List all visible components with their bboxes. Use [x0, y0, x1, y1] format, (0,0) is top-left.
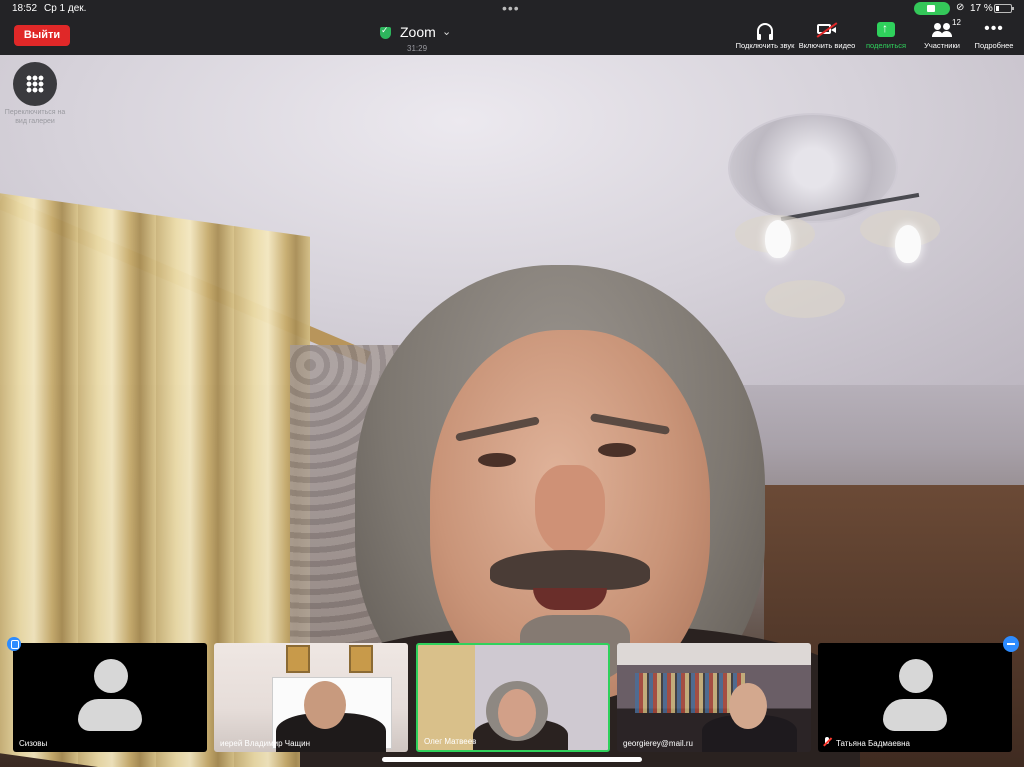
leave-button[interactable]: Выйти — [14, 25, 70, 46]
more-dots-icon: ••• — [984, 20, 1004, 37]
participant-thumbnail[interactable]: иерей Владимир Чащин — [214, 643, 408, 752]
more-button[interactable]: ••• Подробнее — [970, 20, 1018, 52]
share-button[interactable]: поделиться — [860, 20, 912, 52]
participant-name: Сизовы — [19, 739, 48, 748]
participant-name: иерей Владимир Чащин — [220, 739, 310, 748]
participant-thumbnail[interactable]: georgierey@mail.ru — [617, 643, 811, 752]
multitasking-dots-icon[interactable]: ••• — [502, 0, 520, 16]
avatar-placeholder-icon — [78, 659, 142, 737]
start-video-label: Включить видео — [798, 41, 856, 50]
meeting-title: Zoom — [400, 24, 436, 40]
light-bulb — [765, 220, 791, 258]
participants-icon — [932, 23, 952, 37]
battery-percent: 17 % — [970, 3, 993, 14]
nose — [535, 465, 605, 555]
share-screen-icon — [877, 21, 895, 37]
camera-in-use-icon — [914, 2, 950, 15]
switch-view-label: Переключиться на вид галереи — [4, 109, 66, 125]
status-date: Ср 1 дек. — [44, 3, 87, 14]
participant-face — [498, 689, 536, 737]
mustache — [490, 550, 650, 590]
avatar-placeholder-icon — [883, 659, 947, 737]
switch-to-gallery-button[interactable] — [13, 62, 57, 106]
share-label: поделиться — [865, 41, 907, 50]
mic-muted-icon — [823, 737, 831, 747]
status-time: 18:52 — [12, 3, 38, 14]
participant-name: Татьяна Бадмаевна — [836, 739, 910, 748]
ceiling-rose — [728, 113, 898, 223]
icon-picture — [349, 645, 373, 673]
eye — [598, 443, 636, 457]
participant-thumbnail[interactable]: Сизовы — [13, 643, 207, 752]
home-indicator[interactable] — [382, 757, 642, 762]
participant-face — [729, 683, 767, 729]
start-video-button[interactable]: Включить видео — [796, 20, 858, 52]
light-bulb — [895, 225, 921, 263]
participants-button[interactable]: 12 Участники — [918, 18, 966, 52]
join-audio-button[interactable]: Подключить звук — [734, 20, 796, 52]
mouth — [533, 588, 607, 610]
grid-icon — [26, 75, 44, 93]
participant-thumbnail-active[interactable]: Олег Матвеев — [416, 643, 610, 752]
participant-name: Олег Матвеев — [424, 737, 477, 746]
headphones-icon — [757, 23, 773, 40]
lamp-shade — [765, 280, 845, 318]
eye — [478, 453, 516, 467]
link-icon: ⊘ — [956, 2, 965, 13]
participant-thumbnail[interactable]: Татьяна Бадмаевна — [818, 643, 1012, 752]
meeting-timer: 31:29 — [407, 44, 428, 53]
icon-picture — [286, 645, 310, 673]
chevron-down-icon: ⌄ — [442, 26, 452, 38]
meeting-toolbar: 18:52 Ср 1 дек. ••• ⊘ 17 % Выйти Zoom ⌄ … — [0, 0, 1024, 55]
more-label: Подробнее — [974, 41, 1014, 50]
hide-thumbnails-icon[interactable] — [1003, 636, 1019, 652]
participant-face — [304, 681, 346, 729]
join-audio-label: Подключить звук — [735, 41, 795, 50]
video-off-icon — [817, 24, 836, 34]
pin-icon[interactable] — [7, 637, 21, 651]
participants-label: Участники — [924, 41, 960, 50]
participant-name: georgierey@mail.ru — [623, 739, 693, 748]
participants-count: 12 — [952, 18, 961, 27]
encryption-shield-icon — [380, 25, 391, 39]
battery-icon — [994, 4, 1014, 13]
meeting-info[interactable]: Zoom ⌄ — [380, 24, 460, 44]
